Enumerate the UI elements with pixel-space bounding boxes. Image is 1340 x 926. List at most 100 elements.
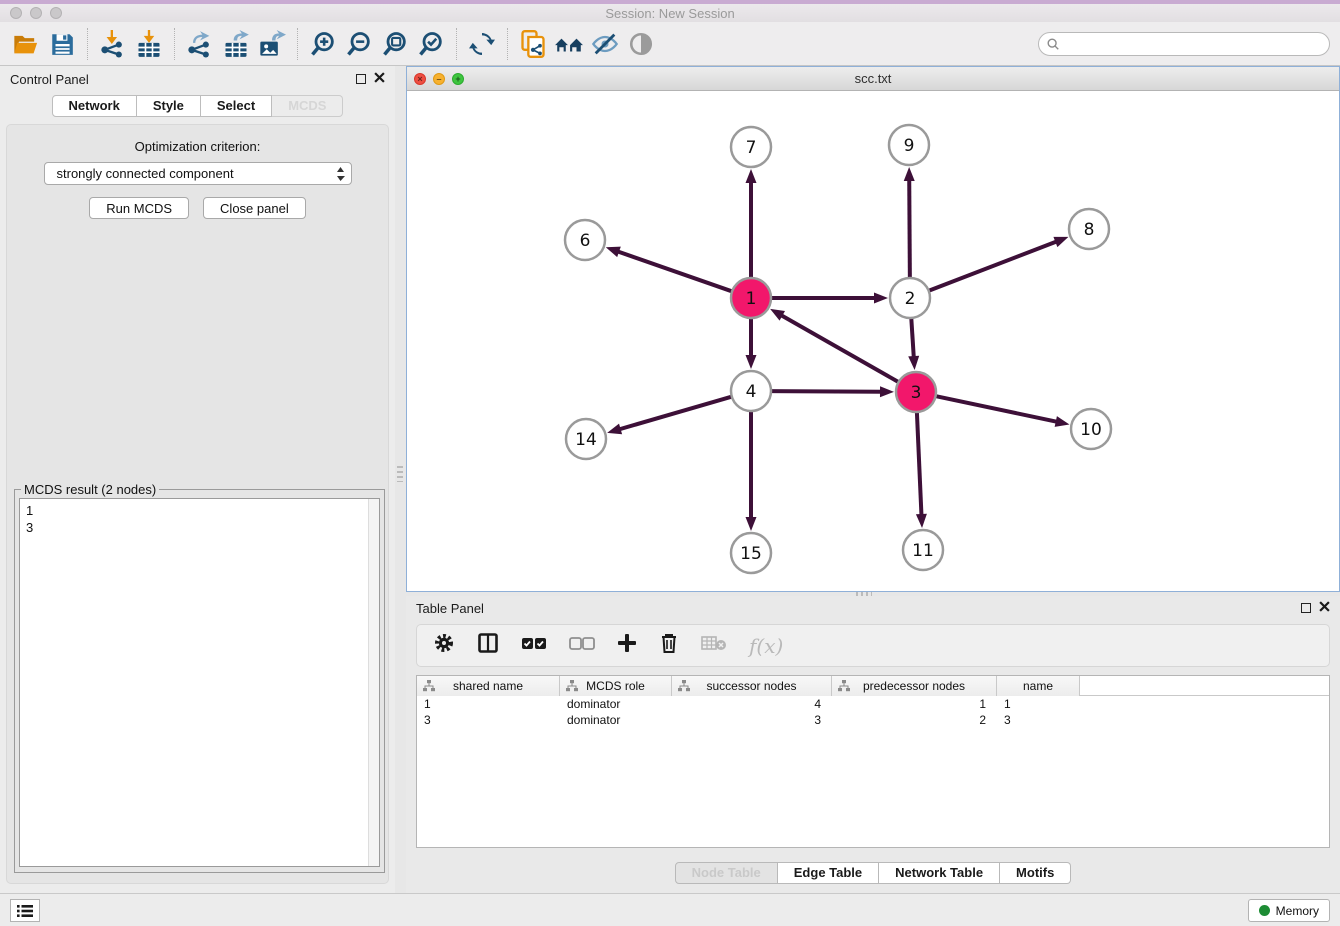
cell[interactable]: 3 <box>997 712 1080 728</box>
delete-table-icon[interactable] <box>701 634 727 657</box>
graph-node-label: 15 <box>740 544 762 564</box>
toolbar-separator <box>456 28 457 60</box>
graph-node-label: 4 <box>746 382 757 402</box>
graph-edge-4-14[interactable] <box>619 396 734 429</box>
mcds-result-list[interactable]: 1 3 <box>19 498 380 867</box>
mcds-result-group: MCDS result (2 nodes) 1 3 <box>14 489 385 873</box>
cell[interactable]: 1 <box>997 696 1080 712</box>
main-toolbar <box>0 22 1340 66</box>
export-table-icon[interactable] <box>218 26 254 62</box>
graph-edge-2-9[interactable] <box>909 179 910 280</box>
column-header-name[interactable]: name <box>997 676 1080 696</box>
tab-network[interactable]: Network <box>52 95 137 117</box>
tab-motifs[interactable]: Motifs <box>1000 862 1071 884</box>
column-header-successor-nodes[interactable]: successor nodes <box>672 676 832 696</box>
cell[interactable]: 4 <box>672 696 832 712</box>
table-header: shared nameMCDS rolesuccessor nodesprede… <box>417 676 1329 696</box>
graph-edge-4-3[interactable] <box>769 391 882 392</box>
close-panel-icon[interactable] <box>374 70 385 88</box>
vertical-splitter[interactable] <box>395 66 406 893</box>
task-history-button[interactable] <box>10 899 40 922</box>
graph-edge-3-1[interactable] <box>781 315 901 383</box>
graph-edge-arrowhead <box>607 424 622 435</box>
select-all-icon[interactable] <box>521 635 547 656</box>
graph-node-label: 9 <box>904 136 915 156</box>
zoom-in-icon[interactable] <box>305 26 341 62</box>
add-column-icon[interactable] <box>617 633 637 658</box>
hide-selected-icon[interactable] <box>587 26 623 62</box>
table-row[interactable]: 1dominator411 <box>417 696 1329 712</box>
graph-node-label: 3 <box>911 383 922 403</box>
export-network-icon[interactable] <box>182 26 218 62</box>
tab-style[interactable]: Style <box>137 95 201 117</box>
float-panel-icon[interactable] <box>1301 603 1311 613</box>
cell[interactable]: 1 <box>417 696 560 712</box>
zoom-selected-icon[interactable] <box>413 26 449 62</box>
apply-layout-icon[interactable] <box>464 26 500 62</box>
export-image-icon[interactable] <box>254 26 290 62</box>
result-scrollbar[interactable] <box>368 499 379 866</box>
graph-edge-2-3[interactable] <box>911 316 914 358</box>
column-header-predecessor-nodes[interactable]: predecessor nodes <box>832 676 997 696</box>
tab-mcds[interactable]: MCDS <box>272 95 343 117</box>
graph-edge-1-6[interactable] <box>617 251 734 292</box>
tab-node-table[interactable]: Node Table <box>675 862 778 884</box>
close-panel-button[interactable]: Close panel <box>203 197 306 219</box>
close-panel-icon[interactable] <box>1319 599 1330 617</box>
control-panel-tabs: NetworkStyleSelectMCDS <box>0 95 395 117</box>
search-icon <box>1046 37 1060 56</box>
cell[interactable]: 3 <box>417 712 560 728</box>
table-tabs: Node TableEdge TableNetwork TableMotifs <box>406 862 1340 884</box>
gear-icon[interactable] <box>433 632 455 659</box>
run-mcds-button[interactable]: Run MCDS <box>89 197 189 219</box>
graph-edge-arrowhead <box>770 309 785 321</box>
save-session-icon[interactable] <box>44 26 80 62</box>
toolbar-separator <box>507 28 508 60</box>
clone-network-icon[interactable] <box>515 26 551 62</box>
open-file-icon[interactable] <box>8 26 44 62</box>
toolbar-separator <box>87 28 88 60</box>
network-window-titlebar[interactable]: × – + scc.txt <box>407 67 1339 91</box>
cell[interactable]: 1 <box>832 696 997 712</box>
deselect-all-icon[interactable] <box>569 635 595 656</box>
toolbar-separator <box>174 28 175 60</box>
tab-select[interactable]: Select <box>201 95 272 117</box>
memory-label: Memory <box>1276 904 1319 918</box>
graph-edge-3-10[interactable] <box>934 396 1058 422</box>
cell[interactable]: dominator <box>560 696 672 712</box>
graph-edge-arrowhead <box>880 386 894 397</box>
table-body: 1dominator4113dominator323 <box>417 696 1329 728</box>
columns-icon[interactable] <box>477 632 499 659</box>
toolbar-separator <box>297 28 298 60</box>
table-row[interactable]: 3dominator323 <box>417 712 1329 728</box>
import-table-icon[interactable] <box>131 26 167 62</box>
graph-edge-2-8[interactable] <box>927 241 1057 291</box>
cell[interactable]: 3 <box>672 712 832 728</box>
graph-node-label: 6 <box>580 231 591 251</box>
network-canvas[interactable]: 7968124314101511 <box>407 91 1339 591</box>
tab-edge-table[interactable]: Edge Table <box>778 862 879 884</box>
mcds-tab-content: Optimization criterion: strongly connect… <box>6 124 389 884</box>
graph-edge-arrowhead <box>746 517 757 531</box>
column-header-MCDS-role[interactable]: MCDS role <box>560 676 672 696</box>
import-network-icon[interactable] <box>95 26 131 62</box>
graph-edge-arrowhead <box>908 356 919 370</box>
zoom-out-icon[interactable] <box>341 26 377 62</box>
zoom-fit-icon[interactable] <box>377 26 413 62</box>
cell[interactable]: dominator <box>560 712 672 728</box>
show-hidden-icon[interactable] <box>623 26 659 62</box>
search-input[interactable] <box>1038 32 1330 56</box>
column-header-shared-name[interactable]: shared name <box>417 676 560 696</box>
splitter-grip[interactable] <box>397 466 403 482</box>
show-all-icon[interactable] <box>551 26 587 62</box>
memory-button[interactable]: Memory <box>1248 899 1330 922</box>
cell[interactable]: 2 <box>832 712 997 728</box>
graph-edge-3-11[interactable] <box>917 410 922 516</box>
float-panel-icon[interactable] <box>356 74 366 84</box>
graph-node-label: 1 <box>746 289 757 309</box>
tab-network-table[interactable]: Network Table <box>879 862 1000 884</box>
optimization-criterion-select[interactable]: strongly connected component <box>44 162 352 185</box>
delete-column-icon[interactable] <box>659 632 679 659</box>
selected-option: strongly connected component <box>57 166 234 181</box>
function-builder-icon[interactable]: f(x) <box>749 634 783 658</box>
